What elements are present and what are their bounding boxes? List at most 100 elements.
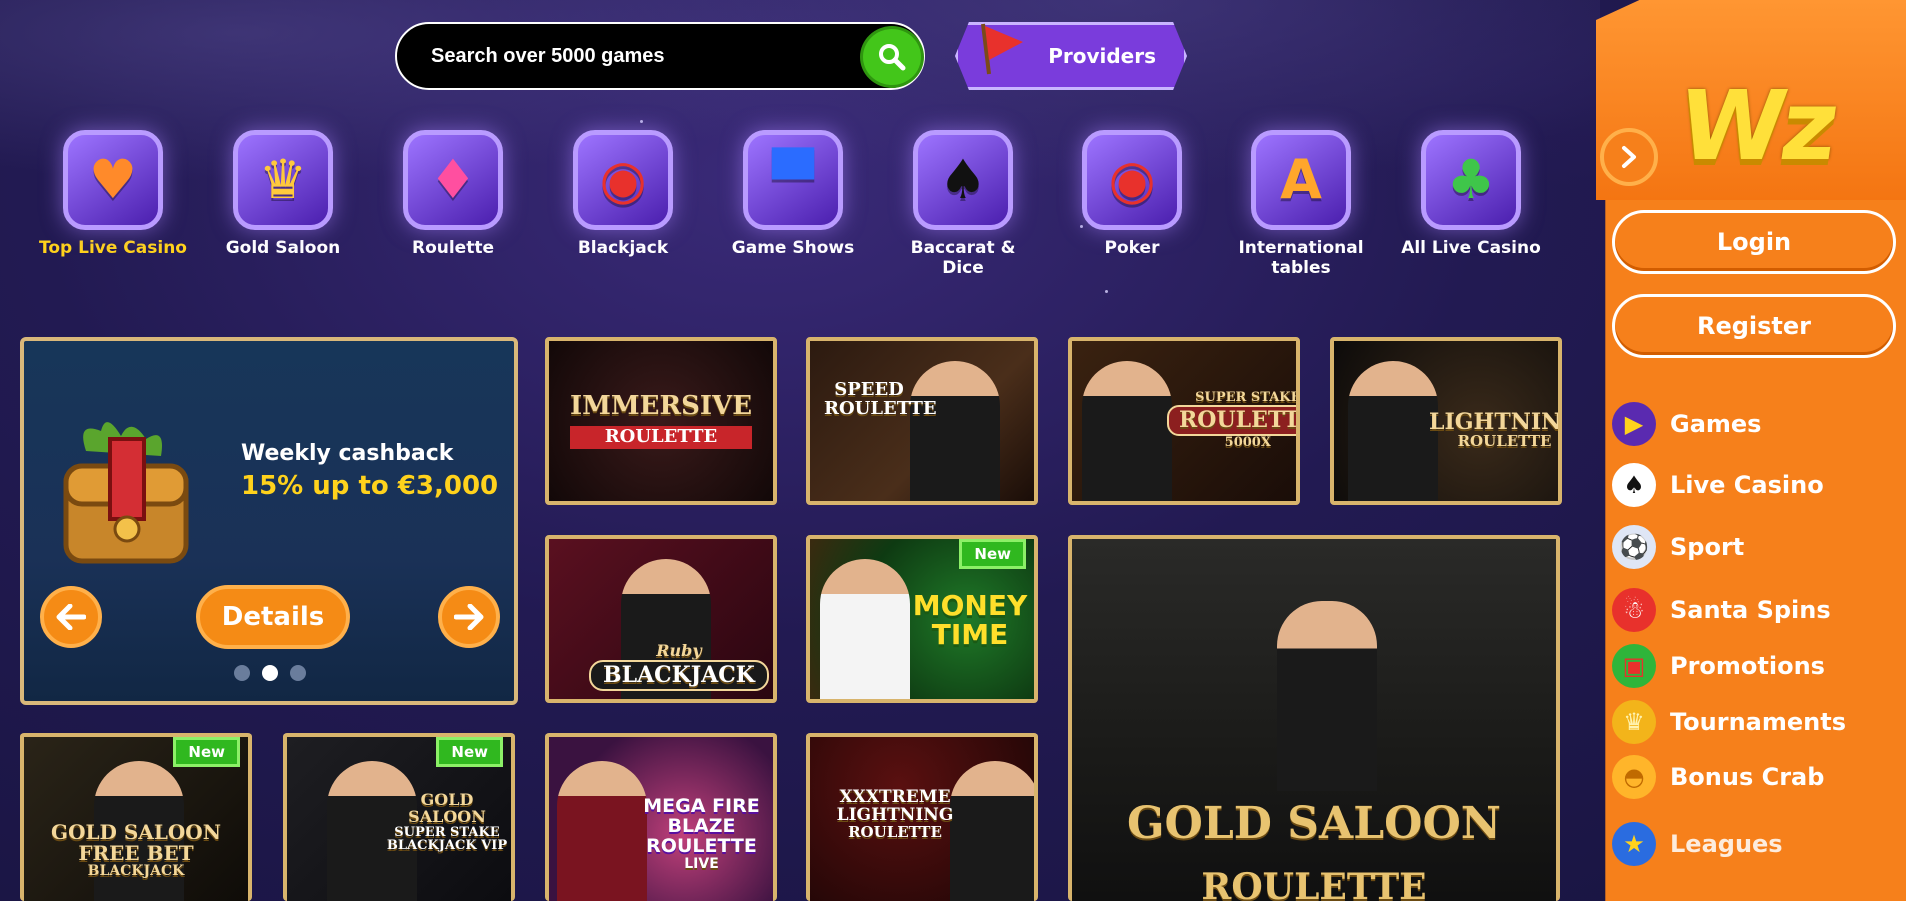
category-poker[interactable]: ◉ Poker <box>1057 130 1207 258</box>
play-icon: ▶ <box>1612 402 1656 446</box>
category-label: Blackjack <box>577 238 669 258</box>
sidebar-item-label: Santa Spins <box>1670 596 1831 624</box>
promo-details-button[interactable]: Details <box>196 585 350 649</box>
sidebar-item-label: Games <box>1670 410 1762 438</box>
sidebar-item-leagues[interactable]: ★ Leagues <box>1612 819 1783 869</box>
carousel-dot[interactable] <box>234 665 250 681</box>
game-title: MEGA FIRE BLAZE ROULETTE <box>643 795 760 857</box>
category-blackjack[interactable]: ◉ Blackjack <box>548 130 698 258</box>
crab-icon: ◓ <box>1612 755 1656 799</box>
dealer-image <box>910 361 1000 501</box>
category-label: Gold Saloon <box>225 238 341 258</box>
crown-icon: ♛ <box>233 130 333 230</box>
promo-next-button[interactable] <box>438 586 500 648</box>
search-icon <box>879 44 906 71</box>
category-baccarat-dice[interactable]: ♠ Baccarat & Dice <box>888 130 1038 278</box>
sidebar-item-promotions[interactable]: ▣ Promotions <box>1612 641 1825 691</box>
site-logo[interactable]: Wz <box>1672 70 1842 182</box>
spade-card-icon: ♠ <box>913 130 1013 230</box>
sidebar-item-label: Leagues <box>1670 830 1783 858</box>
language-icon-glyph: A <box>1280 148 1322 211</box>
game-tile-immersive-roulette[interactable]: IMMERSIVE ROULETTE <box>545 337 777 505</box>
crown-icon-glyph: ♛ <box>258 148 308 211</box>
game-tile-lightning-roulette[interactable]: LIGHTNING ROULETTE <box>1330 337 1562 505</box>
dealer-image <box>820 559 910 699</box>
login-button[interactable]: Login <box>1612 210 1896 274</box>
chevron-right-icon <box>1622 146 1636 168</box>
carousel-dot[interactable] <box>290 665 306 681</box>
sidebar-item-tournaments[interactable]: ♛ Tournaments <box>1612 697 1846 747</box>
game-subtitle: SUPER STAKE <box>1195 390 1300 405</box>
game-title: XXXTREME LIGHTNING <box>836 787 954 825</box>
poker-chip-icon: ◉ <box>573 130 673 230</box>
category-top-live-casino[interactable]: ♥ Top Live Casino <box>38 130 188 258</box>
top-hat-icon: ▀ <box>743 130 843 230</box>
sidebar-item-games[interactable]: ▶ Games <box>1612 399 1761 449</box>
sidebar-item-bonus-crab[interactable]: ◓ Bonus Crab <box>1612 752 1824 802</box>
search-input[interactable]: Search over 5000 games <box>395 22 925 90</box>
language-icon: A <box>1251 130 1351 230</box>
diamond-icon: ♦ <box>403 130 503 230</box>
top-hat-icon-glyph: ▀ <box>772 148 814 211</box>
sidebar-toggle-button[interactable] <box>1600 128 1658 186</box>
club-icon: ♣ <box>1421 130 1521 230</box>
game-tile-gold-saloon-vip[interactable]: GOLD SALOON SUPER STAKE BLACKJACK VIP Ne… <box>283 733 515 901</box>
arrow-right-icon <box>454 604 484 630</box>
category-gold-saloon[interactable]: ♛ Gold Saloon <box>208 130 358 258</box>
star-decoration <box>640 120 643 123</box>
dealer-image <box>1348 361 1438 501</box>
category-roulette[interactable]: ♦ Roulette <box>378 130 528 258</box>
category-label: Roulette <box>411 238 494 258</box>
game-extra: 5000X <box>1224 434 1271 450</box>
category-label: Top Live Casino <box>39 238 187 258</box>
category-label: International tables <box>1238 238 1364 278</box>
flag-icon <box>981 23 1023 75</box>
carousel-dot-active[interactable] <box>262 665 278 681</box>
sidebar-item-label: Bonus Crab <box>1670 763 1825 791</box>
game-tile-money-time[interactable]: MONEY TIME New <box>806 535 1038 703</box>
leagues-icon: ★ <box>1612 822 1656 866</box>
search-button[interactable] <box>860 26 924 88</box>
game-title: ROULETTE <box>1167 404 1296 436</box>
category-game-shows[interactable]: ▀ Game Shows <box>718 130 868 258</box>
game-subtitle: LIVE <box>684 855 719 872</box>
diamond-icon-glyph: ♦ <box>428 148 478 211</box>
game-tile-xxxtreme-lightning-roulette[interactable]: XXXTREME LIGHTNING ROULETTE <box>806 733 1038 901</box>
soccer-ball-icon: ⚽ <box>1612 525 1656 569</box>
game-tile-gold-saloon-free-bet[interactable]: GOLD SALOON FREE BET BLACKJACK New <box>20 733 252 901</box>
sidebar-item-santa-spins[interactable]: ☃ Santa Spins <box>1612 585 1831 635</box>
club-icon-glyph: ♣ <box>1446 148 1496 211</box>
register-button[interactable]: Register <box>1612 294 1896 358</box>
game-subtitle: Ruby <box>656 641 702 661</box>
category-label: Baccarat & Dice <box>910 238 1016 278</box>
category-all-live-casino[interactable]: ♣ All Live Casino <box>1396 130 1546 258</box>
gift-icon: ▣ <box>1612 644 1656 688</box>
game-subtitle: ROULETTE <box>848 822 942 841</box>
sidebar-item-live-casino[interactable]: ♠ Live Casino <box>1612 460 1824 510</box>
game-title: SPEED ROULETTE <box>824 379 937 419</box>
sidebar-item-sport[interactable]: ⚽ Sport <box>1612 522 1744 572</box>
category-label: Game Shows <box>731 238 855 258</box>
dealer-image <box>1082 361 1172 501</box>
poker-chip-icon-glyph: ◉ <box>1108 148 1156 211</box>
game-title: IMMERSIVE <box>569 390 753 421</box>
star-decoration <box>1105 290 1108 293</box>
sidebar-item-label: Live Casino <box>1670 471 1824 499</box>
dealer-image <box>1277 601 1377 791</box>
promo-prev-button[interactable] <box>40 586 102 648</box>
providers-label: Providers <box>1048 44 1156 68</box>
game-tile-mega-fire-blaze-roulette[interactable]: MEGA FIRE BLAZE ROULETTE LIVE <box>545 733 777 901</box>
category-international-tables[interactable]: A International tables <box>1226 130 1376 278</box>
poker-chip-icon-glyph: ◉ <box>599 148 647 211</box>
heart-icon: ♥ <box>63 130 163 230</box>
game-tile-ruby-blackjack[interactable]: Ruby BLACKJACK <box>545 535 777 703</box>
game-tile-super-stake-roulette[interactable]: SUPER STAKE ROULETTE 5000X <box>1068 337 1300 505</box>
new-badge: New <box>173 737 240 767</box>
game-title: GOLD SALOON <box>1126 798 1502 850</box>
game-tile-gold-saloon-roulette[interactable]: GOLD SALOON ROULETTE <box>1068 535 1560 901</box>
game-title: GOLD SALOON FREE BET <box>50 820 222 865</box>
game-tile-speed-roulette[interactable]: SPEED ROULETTE <box>806 337 1038 505</box>
poker-chip-icon: ◉ <box>1082 130 1182 230</box>
sidebar-item-label: Sport <box>1670 533 1745 561</box>
santa-icon: ☃ <box>1612 588 1656 632</box>
